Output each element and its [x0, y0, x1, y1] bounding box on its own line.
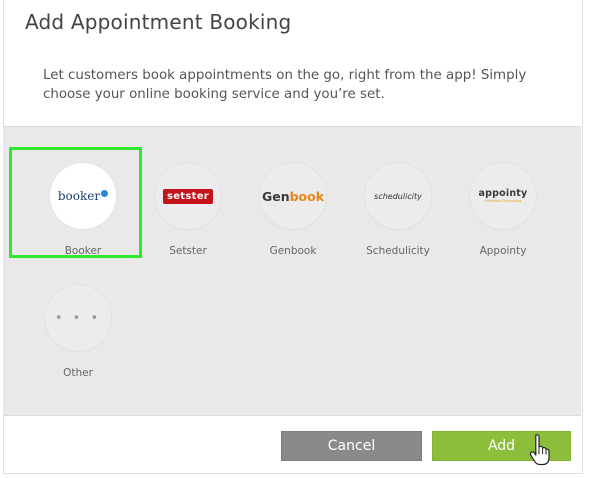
- cancel-button[interactable]: Cancel: [281, 431, 422, 461]
- setster-logo: setster: [155, 163, 221, 229]
- setster-logo-text: setster: [162, 188, 214, 204]
- hand-pointer-cursor-icon: [529, 434, 550, 466]
- service-label-appointy: Appointy: [479, 245, 527, 257]
- appointy-logo-text: appointy: [478, 187, 528, 199]
- service-genbook[interactable]: Genbook Genbook: [233, 163, 353, 263]
- service-setster[interactable]: setster Setster: [128, 163, 248, 263]
- selected-service-highlight: [9, 147, 142, 258]
- service-label-schedulicity: Schedulicity: [366, 245, 430, 257]
- schedulicity-logo-text: schedulicity: [374, 191, 422, 201]
- service-appointy[interactable]: appointy Effortless Scheduling Appointy: [443, 163, 563, 263]
- schedulicity-logo: schedulicity: [365, 163, 431, 229]
- service-label-setster: Setster: [169, 245, 207, 257]
- service-label-other: Other: [63, 367, 93, 379]
- genbook-logo-accent: book: [289, 188, 325, 204]
- dialog-title: Add Appointment Booking: [25, 10, 292, 34]
- more-dots-icon: • • •: [45, 285, 111, 351]
- appointy-logo-tagline: Effortless Scheduling: [484, 199, 522, 203]
- genbook-logo-main: Gen: [261, 188, 290, 204]
- appointy-logo: appointy Effortless Scheduling: [470, 163, 536, 229]
- genbook-logo: Genbook: [260, 163, 326, 229]
- dialog-description: Let customers book appointments on the g…: [43, 68, 527, 102]
- service-label-genbook: Genbook: [269, 245, 317, 257]
- service-other[interactable]: • • • Other: [18, 285, 138, 385]
- more-dots-glyph: • • •: [54, 310, 102, 326]
- service-schedulicity[interactable]: schedulicity Schedulicity: [338, 163, 458, 263]
